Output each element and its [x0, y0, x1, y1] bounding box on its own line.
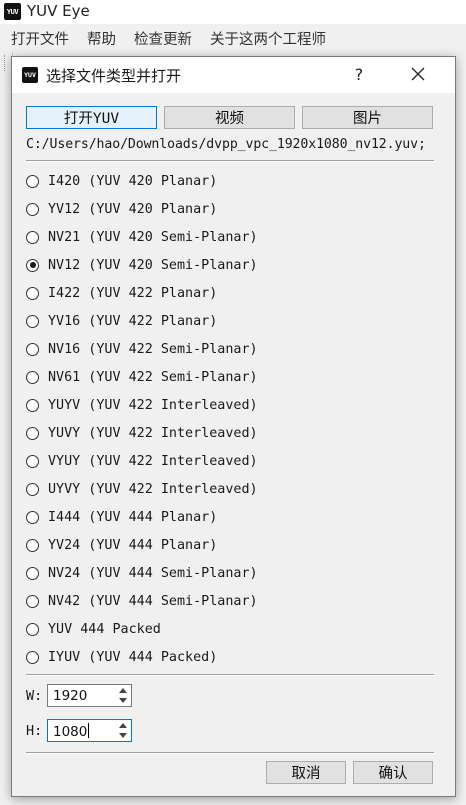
chevron-down-icon [119, 697, 127, 703]
help-button[interactable]: ? [346, 61, 372, 87]
format-option[interactable]: YV24 (YUV 444 Planar) [26, 534, 217, 556]
format-option-label: NV12 (YUV 420 Semi-Planar) [48, 257, 258, 273]
format-option-label: NV21 (YUV 420 Semi-Planar) [48, 229, 258, 245]
cancel-button[interactable]: 取消 [266, 761, 346, 784]
radio-button[interactable] [26, 566, 39, 580]
tab-image[interactable]: 图片 [302, 106, 433, 129]
format-option-label: NV16 (YUV 422 Semi-Planar) [48, 341, 258, 357]
radio-button[interactable] [26, 538, 39, 552]
chevron-up-icon [119, 722, 127, 728]
app-titlebar: YUV YUV Eye [0, 0, 466, 24]
format-option[interactable]: YUV 444 Packed [26, 618, 161, 640]
radio-button[interactable] [26, 622, 39, 636]
divider-bottom [26, 752, 434, 754]
format-option-label: YV16 (YUV 422 Planar) [48, 313, 218, 329]
format-option[interactable]: NV61 (YUV 422 Semi-Planar) [26, 366, 258, 388]
radio-button[interactable] [26, 454, 39, 468]
radio-button[interactable] [26, 482, 39, 496]
radio-button[interactable] [26, 286, 39, 300]
format-option-label: YUYV (YUV 422 Interleaved) [48, 397, 258, 413]
dialog-titlebar: YUV 选择文件类型并打开 ? [12, 57, 455, 93]
radio-button[interactable] [26, 594, 39, 608]
tab-video[interactable]: 视频 [164, 106, 295, 129]
format-option-label: UYVY (YUV 422 Interleaved) [48, 481, 258, 497]
radio-button[interactable] [26, 258, 39, 272]
chevron-down-icon [119, 732, 127, 738]
format-option[interactable]: NV24 (YUV 444 Semi-Planar) [26, 562, 258, 584]
menu-about[interactable]: 关于这两个工程师 [199, 28, 333, 49]
format-option-label: NV61 (YUV 422 Semi-Planar) [48, 369, 258, 385]
divider-middle [26, 674, 434, 676]
chevron-up-icon [119, 687, 127, 693]
height-increment-button[interactable] [115, 720, 131, 730]
file-path: C:/Users/hao/Downloads/dvpp_vpc_1920x108… [26, 137, 426, 152]
menu-check-update[interactable]: 检查更新 [123, 28, 199, 49]
format-option-label: I444 (YUV 444 Planar) [48, 509, 218, 525]
format-option[interactable]: VYUY (YUV 422 Interleaved) [26, 450, 258, 472]
radio-button[interactable] [26, 398, 39, 412]
radio-button[interactable] [26, 426, 39, 440]
format-option[interactable]: I420 (YUV 420 Planar) [26, 170, 217, 192]
format-option[interactable]: UYVY (YUV 422 Interleaved) [26, 478, 258, 500]
format-option[interactable]: YUYV (YUV 422 Interleaved) [26, 394, 258, 416]
confirm-button[interactable]: 确认 [353, 761, 433, 784]
format-option-label: IYUV (YUV 444 Packed) [48, 649, 218, 665]
format-option[interactable]: NV16 (YUV 422 Semi-Planar) [26, 338, 258, 360]
format-option-label: YUV 444 Packed [48, 621, 161, 637]
open-file-dialog: YUV 选择文件类型并打开 ? 打开YUV 视频 图片 C:/Users/hao… [11, 56, 456, 797]
height-label: H: [26, 723, 43, 739]
format-option-label: YV24 (YUV 444 Planar) [48, 537, 218, 553]
format-option[interactable]: YUVY (YUV 422 Interleaved) [26, 422, 258, 444]
height-field[interactable]: 1080 [53, 723, 90, 740]
tab-open-yuv[interactable]: 打开YUV [26, 106, 157, 129]
format-option[interactable]: I444 (YUV 444 Planar) [26, 506, 217, 528]
dialog-title: 选择文件类型并打开 [46, 67, 182, 85]
radio-button[interactable] [26, 202, 39, 216]
menu-open-file[interactable]: 打开文件 [0, 28, 76, 49]
width-increment-button[interactable] [115, 685, 131, 695]
radio-button[interactable] [26, 510, 39, 524]
width-decrement-button[interactable] [115, 695, 131, 705]
menu-help[interactable]: 帮助 [76, 28, 123, 49]
divider-top [26, 160, 434, 162]
format-option[interactable]: I422 (YUV 422 Planar) [26, 282, 217, 304]
format-option[interactable]: NV12 (YUV 420 Semi-Planar) [26, 254, 258, 276]
width-label: W: [26, 688, 43, 704]
close-icon [411, 67, 425, 81]
radio-button[interactable] [26, 370, 39, 384]
width-spin-buttons [115, 685, 131, 706]
height-value[interactable]: 1080 [53, 724, 87, 740]
height-decrement-button[interactable] [115, 730, 131, 740]
radio-button[interactable] [26, 174, 39, 188]
close-button[interactable] [405, 61, 431, 87]
format-option-label: NV24 (YUV 444 Semi-Planar) [48, 565, 258, 581]
format-option-label: YV12 (YUV 420 Planar) [48, 201, 218, 217]
radio-button[interactable] [26, 650, 39, 664]
format-option[interactable]: NV21 (YUV 420 Semi-Planar) [26, 226, 258, 248]
radio-button[interactable] [26, 230, 39, 244]
format-option-label: VYUY (YUV 422 Interleaved) [48, 453, 258, 469]
text-caret [88, 723, 90, 738]
format-option[interactable]: YV16 (YUV 422 Planar) [26, 310, 217, 332]
height-spinbox[interactable]: 1080 [47, 719, 132, 742]
height-spin-buttons [115, 720, 131, 741]
format-option-label: NV42 (YUV 444 Semi-Planar) [48, 593, 258, 609]
format-option-label: I422 (YUV 422 Planar) [48, 285, 218, 301]
format-option[interactable]: NV42 (YUV 444 Semi-Planar) [26, 590, 258, 612]
radio-button[interactable] [26, 314, 39, 328]
width-spinbox[interactable]: 1920 [47, 684, 132, 707]
width-value[interactable]: 1920 [53, 688, 87, 704]
dialog-logo-icon: YUV [22, 67, 38, 83]
radio-button[interactable] [26, 342, 39, 356]
app-logo-icon: YUV [4, 3, 21, 20]
format-option[interactable]: YV12 (YUV 420 Planar) [26, 198, 217, 220]
format-option[interactable]: IYUV (YUV 444 Packed) [26, 646, 217, 668]
format-option-label: YUVY (YUV 422 Interleaved) [48, 425, 258, 441]
app-title: YUV Eye [27, 2, 90, 20]
format-option-label: I420 (YUV 420 Planar) [48, 173, 218, 189]
menubar: 打开文件 帮助 检查更新 关于这两个工程师 [0, 24, 466, 52]
